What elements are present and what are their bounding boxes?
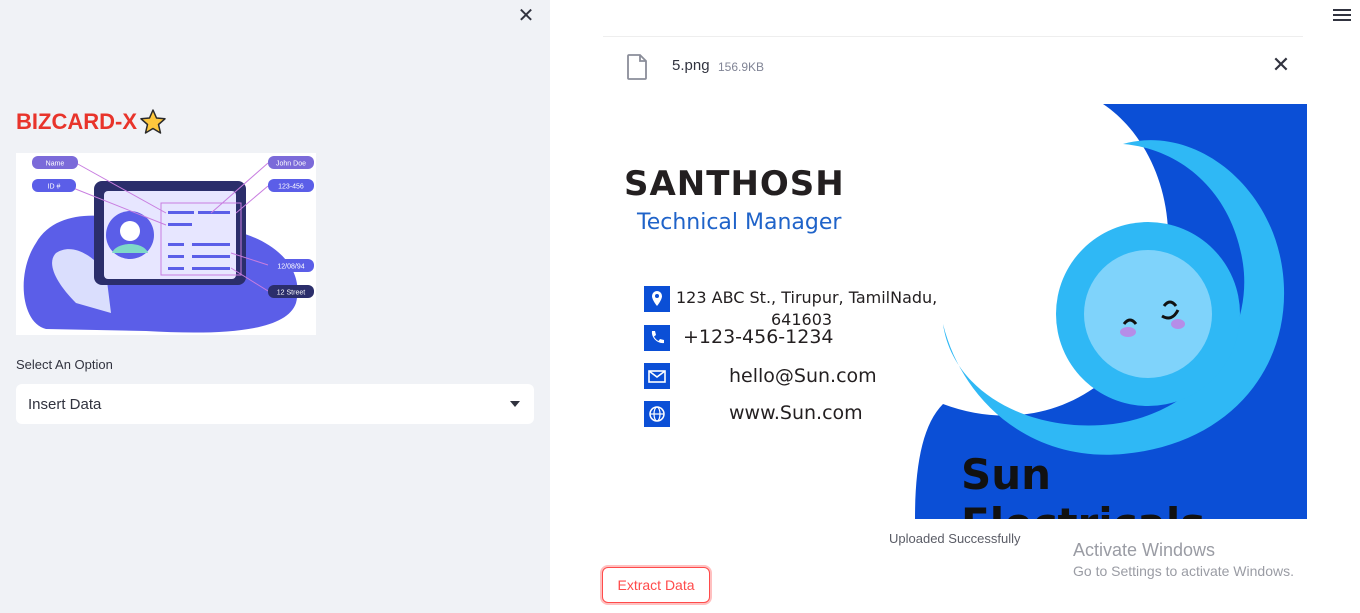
sidebar-close-icon[interactable]: ✕ — [516, 6, 536, 26]
divider — [603, 36, 1303, 37]
hamburger-menu-icon[interactable] — [1331, 6, 1353, 24]
app-title: BIZCARD-X — [16, 108, 167, 136]
tag-street: 12 Street — [277, 290, 305, 297]
mail-icon — [644, 363, 670, 389]
card-address-line1: 123 ABC St., Tirupur, TamilNadu, — [676, 288, 938, 307]
option-select-value: Insert Data — [28, 395, 102, 413]
id-card-illustration: Name ID # John Doe 123-456 12/08/94 12 S… — [16, 153, 316, 335]
card-phone: +123-456-1234 — [683, 326, 834, 348]
globe-icon — [644, 401, 670, 427]
card-company: Sun Electricals — [961, 450, 1205, 519]
tag-date: 12/08/94 — [277, 264, 304, 271]
card-website: www.Sun.com — [729, 402, 863, 424]
card-email: hello@Sun.com — [729, 365, 877, 387]
upload-status: Uploaded Successfully — [889, 531, 1021, 546]
select-label: Select An Option — [16, 357, 113, 372]
tag-name: Name — [46, 161, 65, 168]
file-size: 156.9KB — [718, 60, 765, 74]
file-icon — [627, 54, 647, 80]
sidebar: ✕ BIZCARD-X Name ID # John Doe 123-456 1… — [0, 0, 550, 613]
phone-icon — [644, 325, 670, 351]
remove-file-close-icon[interactable]: ✕ — [1270, 54, 1292, 76]
watermark-subtitle: Go to Settings to activate Windows. — [1073, 563, 1294, 579]
extract-data-button[interactable]: Extract Data — [602, 567, 710, 603]
windows-activation-watermark: Activate Windows Go to Settings to activ… — [1073, 540, 1294, 579]
location-icon — [644, 286, 670, 312]
tag-person: John Doe — [276, 161, 306, 168]
tag-id: ID # — [48, 184, 61, 191]
app-title-text: BIZCARD-X — [16, 109, 137, 134]
star-icon — [140, 109, 166, 134]
watermark-title: Activate Windows — [1073, 540, 1216, 560]
option-select[interactable]: Insert Data — [16, 384, 534, 424]
card-role: Technical Manager — [637, 210, 842, 235]
tag-number: 123-456 — [278, 184, 304, 191]
chevron-down-icon — [510, 401, 520, 407]
business-card-image: SANTHOSH Technical Manager 123 ABC St., … — [603, 104, 1307, 519]
card-name: SANTHOSH — [624, 164, 845, 204]
file-name: 5.png — [672, 57, 710, 74]
